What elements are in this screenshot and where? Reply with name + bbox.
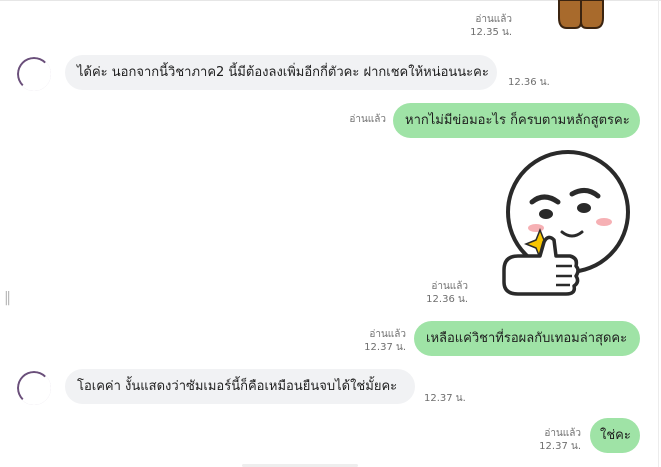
message-time: 12.36 น. [508,77,550,88]
moon-thumbs-up-sticker[interactable] [500,150,640,300]
message-time: 12.37 น. [424,393,466,404]
contact-avatar[interactable] [17,371,51,405]
incoming-message-bubble: ได้ค่ะ นอกจากนี้วิชาภาค2 นี้มีต้องลงเพิ่… [65,55,497,90]
message-meta: 12.37 น. [424,392,466,405]
avatar-ring [17,371,51,405]
read-label: อ่านแล้ว [475,14,512,25]
read-receipt: อ่านแล้ว [349,113,386,126]
brown-bear-sticker[interactable] [555,0,607,34]
message-text: ได้ค่ะ นอกจากนี้วิชาภาค2 นี้มีต้องลงเพิ่… [77,65,489,80]
read-label: อ่านแล้ว [544,428,581,439]
message-time: 12.37 น. [364,342,406,353]
read-receipt: อ่านแล้ว 12.35 น. [470,13,512,39]
read-receipt: อ่านแล้ว 12.37 น. [539,427,581,453]
message-text: ใช่คะ [600,428,631,443]
read-label: อ่านแล้ว [349,114,386,125]
read-label: อ่านแล้ว [369,329,406,340]
read-receipt: อ่านแล้ว 12.36 น. [426,280,468,306]
message-text: โอเคค่า งั้นแสดงว่าซัมเมอร์นี้ก็คือเหมือ… [77,379,398,394]
outgoing-message-bubble: เหลือแค่วิชาที่รอผลกับเทอมล่าสุดคะ [414,321,640,356]
avatar-ring [17,57,51,91]
outgoing-message-bubble: ใช่คะ [590,418,640,453]
read-receipt: อ่านแล้ว 12.37 น. [364,328,406,354]
chat-window: อ่านแล้ว 12.35 น. ได้ค่ะ นอกจากนี้วิชาภา… [0,0,661,467]
message-time: 12.35 น. [470,27,512,38]
message-meta: 12.36 น. [508,76,550,89]
incoming-message-bubble: โอเคค่า งั้นแสดงว่าซัมเมอร์นี้ก็คือเหมือ… [65,369,415,404]
message-text: เหลือแค่วิชาที่รอผลกับเทอมล่าสุดคะ [426,331,628,346]
read-label: อ่านแล้ว [431,281,468,292]
scrollbar-track[interactable] [658,0,659,467]
contact-avatar[interactable] [17,57,51,91]
message-time: 12.37 น. [539,441,581,452]
outgoing-message-bubble: หากไม่มีข่อมอะไร ก็ครบตามหลักสูตรคะ [393,103,640,138]
panel-resize-handle[interactable]: ‖ [4,290,11,306]
message-text: หากไม่มีข่อมอะไร ก็ครบตามหลักสูตรคะ [405,113,630,128]
message-time: 12.36 น. [426,294,468,305]
